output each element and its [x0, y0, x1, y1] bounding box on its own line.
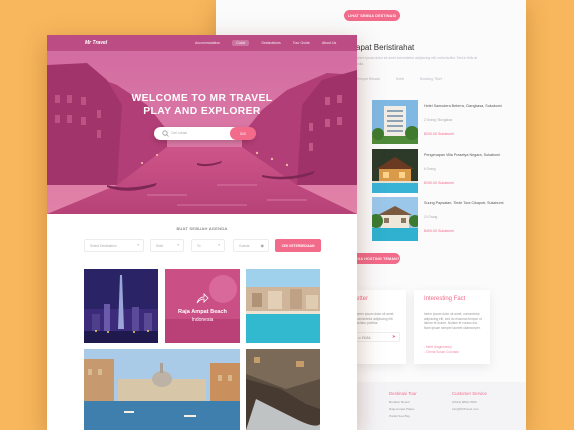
main-page: Mr Travel Accommodation Guide Destinatio… [47, 35, 357, 430]
gallery-tile-dubai[interactable] [84, 269, 158, 343]
share-icon[interactable] [196, 293, 209, 304]
dubai-skyline-photo [84, 269, 158, 343]
agenda-title: BUAT SEBUAH AGENDA [176, 226, 228, 231]
guests-placeholder: Guests [239, 243, 250, 248]
footer-link[interactable]: Paniki Sea Bay [389, 414, 410, 418]
destination-select-value: Select Destination [90, 243, 117, 248]
nav-destinations[interactable]: Destinations [261, 41, 280, 46]
fact-link[interactable]: - Meet Ulagrimanny [424, 345, 452, 350]
footer-link[interactable]: Beraliim Beach [389, 400, 410, 404]
footer-email[interactable]: info@MrTravel.com [452, 407, 479, 411]
hotel-photo [372, 149, 418, 193]
nav-tour-guide[interactable]: Tour Guide [293, 41, 310, 46]
see-all-destinations-button[interactable]: LIHAT SEMUA DESTINASI [344, 10, 400, 21]
hotel-name: Hotel Samudera Beterra, Ciangkasa, Sukab… [424, 104, 502, 108]
chevron-down-icon: ▾ [177, 243, 179, 247]
newsletter-text: lorem ipsum dolor sit amet, consectetur … [356, 312, 395, 326]
footer-destinations-title: Destinasi Tour [389, 391, 417, 396]
hotel-price: $400.00 Sukabumi [424, 229, 454, 233]
user-icon: ◉ [260, 243, 265, 248]
nav-about-us[interactable]: About Us [322, 41, 336, 46]
search-bar: Cari Lokasi GO! [154, 127, 256, 140]
end-date-field[interactable]: To ▾ [191, 239, 225, 252]
check-availability-button[interactable]: CEK KETERSEDIAAN [275, 239, 321, 252]
interesting-fact-text: lorem ipsum dolor sit amet, consectetur … [424, 312, 482, 331]
start-date-field[interactable]: Start ▾ [150, 239, 184, 252]
hero-banner: Mr Travel Accommodation Guide Destinatio… [47, 35, 357, 214]
guests-field[interactable]: Guests ◉ [233, 239, 269, 252]
hotel-list-item[interactable]: Pengenapan Villa Prasetya Negara, Sukabu… [372, 149, 526, 194]
hotel-name: Pengenapan Villa Prasetya Negara, Sukabu… [424, 153, 500, 157]
hotel-price: $200.00 Sukabumi [424, 132, 454, 136]
fact-link[interactable]: - Cherai Susan Colorado [424, 350, 459, 355]
start-date-placeholder: Start [156, 243, 163, 248]
venice-photo [84, 349, 240, 430]
tab-hotel[interactable]: Hotel [396, 77, 404, 81]
hero-subtitle: PLAY AND EXPLORER [143, 106, 261, 117]
chevron-down-icon: ▾ [137, 243, 139, 247]
hotel-name: Suung Papsatan, Tiede Tora Cikaputr, Suk… [424, 201, 504, 205]
newsletter-title: etter [356, 296, 369, 302]
accommodation-section-description: lorem ipsum dolor sit amet consectetur a… [356, 56, 477, 66]
tab-booking[interactable]: Booking Tiket [420, 77, 442, 81]
hotel-capacity: 2 Orang / Bungalow [424, 118, 453, 122]
footer-customer-service-title: Customer Service [452, 391, 487, 396]
send-icon[interactable]: ➤ [392, 334, 396, 340]
tab-places[interactable]: Tempat Wisata [356, 77, 380, 81]
email-field[interactable]: ur EMAIL ➤ [354, 332, 400, 342]
logo[interactable]: Mr Travel [85, 40, 107, 46]
footer-phone: (0344) 8890-7890 [452, 400, 477, 404]
hotel-list-item[interactable]: Hotel Samudera Beterra, Ciangkasa, Sukab… [372, 100, 526, 145]
gallery-tile-resort[interactable] [246, 269, 320, 343]
chevron-down-icon: ▾ [218, 243, 220, 247]
accommodation-tabs: Tempat Wisata Hotel Booking Tiket [356, 77, 442, 81]
resort-pool-photo [246, 269, 320, 343]
nav-guide[interactable]: Guide [232, 40, 250, 46]
hotel-list-item[interactable]: Suung Papsatan, Tiede Tora Cikaputr, Suk… [372, 197, 526, 242]
footer-link[interactable]: Raja Ampat Pialpe [389, 407, 414, 411]
search-input[interactable]: Cari Lokasi [171, 131, 187, 135]
venice-canal-photo [47, 35, 357, 214]
email-field-placeholder: ur EMAIL [358, 335, 372, 340]
main-nav: Accommodation Guide Destinations Tour Gu… [195, 40, 348, 46]
nav-accommodation[interactable]: Accommodation [195, 41, 220, 46]
interesting-fact-title: Interesting Fact [424, 296, 466, 302]
gallery-tile-venice[interactable] [84, 349, 240, 430]
hotel-price: $150.00 Sukabumi [424, 181, 454, 185]
end-date-placeholder: To [197, 243, 201, 248]
interesting-fact-card: Interesting Fact lorem ipsum dolor sit a… [414, 290, 490, 364]
destination-select[interactable]: Select Destination ▾ [84, 239, 144, 252]
hotel-photo [372, 100, 418, 144]
featured-destination-country: Indonesia [191, 317, 214, 323]
featured-destination-title: Raja Ampat Beach [178, 309, 227, 315]
hotel-photo [372, 197, 418, 241]
accommodation-section-title: apat Beristirahat [356, 43, 415, 52]
gallery-tile-cliff[interactable] [246, 349, 320, 430]
coastal-cliff-photo [246, 349, 320, 430]
hotel-capacity: 10 Orang [424, 215, 438, 219]
gallery-tile-raja-ampat[interactable]: Raja Ampat Beach Indonesia [165, 269, 240, 343]
search-icon [162, 130, 169, 137]
search-button[interactable]: GO! [230, 127, 256, 140]
raja-ampat-photo [165, 269, 240, 343]
hotel-capacity: 6 Orang [424, 167, 436, 171]
hero-title: WELCOME TO MR TRAVEL [131, 93, 273, 104]
